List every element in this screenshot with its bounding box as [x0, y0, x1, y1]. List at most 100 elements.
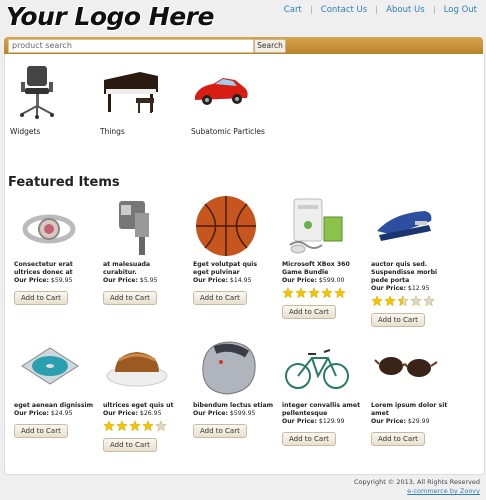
add-to-cart-button[interactable]: Add to Cart	[14, 291, 68, 305]
product-price: Our Price: $14.95	[193, 277, 275, 285]
price-label: Our Price:	[371, 285, 406, 292]
star-icon	[423, 295, 435, 307]
price-label: Our Price:	[103, 277, 138, 284]
sprayer-icon[interactable]	[105, 195, 171, 259]
star-icon	[321, 287, 333, 299]
star-icon	[142, 420, 154, 432]
office-chair-icon[interactable]	[10, 62, 70, 120]
product-name[interactable]: Microsoft XBox 360 Game Bundle	[282, 261, 364, 277]
add-to-cart-button[interactable]: Add to Cart	[193, 424, 247, 438]
product-card: Consectetur erat ultrices donec at Our P…	[14, 195, 96, 305]
product-card: eget aenean dignissim Our Price: $24.95 …	[14, 336, 96, 438]
main-content: Widgets Things Subatomic Particles Featu…	[4, 54, 485, 475]
star-icon	[103, 420, 115, 432]
price-value: $24.95	[50, 410, 73, 417]
product-card: integer convallis amet pellentesque Our …	[282, 336, 364, 446]
add-to-cart-button[interactable]: Add to Cart	[103, 438, 157, 452]
product-price: Our Price: $599.00	[282, 277, 364, 285]
product-name[interactable]: Eget volutpat quis eget pulvinar	[193, 261, 275, 277]
product-price: Our Price: $24.95	[14, 410, 96, 418]
product-name[interactable]: Lorem ipsum dolor sit amet	[371, 402, 453, 418]
cake-icon[interactable]	[105, 336, 171, 400]
category-widgets[interactable]: Widgets	[10, 62, 90, 136]
add-to-cart-button[interactable]: Add to Cart	[103, 291, 157, 305]
category-label[interactable]: Subatomic Particles	[191, 127, 271, 136]
star-icon	[116, 420, 128, 432]
product-name[interactable]: at malesuada curabitur.	[103, 261, 185, 277]
product-price: Our Price: $599.95	[193, 410, 275, 418]
mouse-icon[interactable]	[195, 336, 261, 400]
price-label: Our Price:	[193, 277, 228, 284]
add-to-cart-button[interactable]: Add to Cart	[371, 313, 425, 327]
price-value: $26.95	[139, 410, 162, 417]
product-name[interactable]: eget aenean dignissim	[14, 402, 96, 410]
price-label: Our Price:	[282, 418, 317, 425]
star-icon	[371, 295, 383, 307]
price-value: $599.00	[318, 277, 345, 284]
price-label: Our Price:	[371, 418, 406, 425]
product-card: bibendum lectus etiam Our Price: $599.95…	[193, 336, 275, 438]
category-subatomic-particles[interactable]: Subatomic Particles	[191, 62, 271, 136]
nav-cart-link[interactable]: Cart	[275, 5, 311, 15]
product-name[interactable]: ultrices eget quis ut	[103, 402, 185, 410]
piano-icon[interactable]	[100, 62, 160, 120]
product-price: Our Price: $5.95	[103, 277, 185, 285]
copyright-text: Copyright © 2013, All Rights Reserved	[353, 478, 480, 486]
add-to-cart-button[interactable]: Add to Cart	[14, 424, 68, 438]
product-name[interactable]: bibendum lectus etiam	[193, 402, 275, 410]
product-name[interactable]: integer convallis amet pellentesque	[282, 402, 364, 418]
star-rating	[371, 295, 453, 307]
price-value: $599.95	[229, 410, 256, 417]
product-price: Our Price: $129.99	[282, 418, 364, 426]
category-label[interactable]: Things	[100, 127, 180, 136]
product-name[interactable]: Consectetur erat ultrices donec at	[14, 261, 96, 277]
search-input[interactable]: product search	[8, 39, 254, 53]
price-value: $12.95	[407, 285, 430, 292]
watch-icon[interactable]	[16, 195, 82, 259]
product-card: ultrices eget quis ut Our Price: $26.95 …	[103, 336, 185, 452]
nav-logout-link[interactable]: Log Out	[435, 5, 477, 15]
product-name[interactable]: auctor quis sed. Suspendisse morbi pede …	[371, 261, 453, 285]
footer: Copyright © 2013, All Rights Reserved e-…	[354, 478, 480, 496]
category-things[interactable]: Things	[100, 62, 180, 136]
sunglasses-icon[interactable]	[373, 336, 439, 400]
add-to-cart-button[interactable]: Add to Cart	[282, 432, 336, 446]
product-card: auctor quis sed. Suspendisse morbi pede …	[371, 195, 453, 327]
star-icon	[397, 295, 409, 307]
logo[interactable]: Your Logo Here	[6, 2, 214, 31]
bicycle-icon[interactable]	[284, 336, 350, 400]
game-console-icon[interactable]	[284, 195, 350, 259]
category-label[interactable]: Widgets	[10, 127, 90, 136]
star-icon	[384, 295, 396, 307]
price-label: Our Price:	[282, 277, 317, 284]
featured-items-heading: Featured Items	[8, 175, 120, 190]
product-price: Our Price: $29.99	[371, 418, 453, 426]
star-icon	[295, 287, 307, 299]
nav-about-link[interactable]: About Us	[377, 5, 433, 15]
star-icon	[129, 420, 141, 432]
stapler-icon[interactable]	[373, 195, 439, 259]
price-value: $5.95	[139, 277, 158, 284]
search-button[interactable]: Search	[254, 39, 286, 53]
product-price: Our Price: $26.95	[103, 410, 185, 418]
zoovy-credit-link[interactable]: e-commerce by Zoovy	[354, 487, 480, 496]
star-icon	[308, 287, 320, 299]
price-label: Our Price:	[14, 277, 49, 284]
price-label: Our Price:	[193, 410, 228, 417]
cd-case-icon[interactable]	[16, 336, 82, 400]
add-to-cart-button[interactable]: Add to Cart	[282, 305, 336, 319]
nav-contact-link[interactable]: Contact Us	[312, 5, 376, 15]
add-to-cart-button[interactable]: Add to Cart	[193, 291, 247, 305]
basketball-icon[interactable]	[195, 195, 261, 259]
star-rating	[282, 287, 364, 299]
product-price: Our Price: $59.95	[14, 277, 96, 285]
star-icon	[334, 287, 346, 299]
product-card: Lorem ipsum dolor sit amet Our Price: $2…	[371, 336, 453, 446]
star-rating	[103, 420, 185, 432]
top-nav: Cart Contact Us About Us Log Out	[275, 5, 477, 15]
sports-car-icon[interactable]	[191, 62, 251, 120]
product-card: Microsoft XBox 360 Game Bundle Our Price…	[282, 195, 364, 319]
price-value: $129.99	[318, 418, 345, 425]
header: Your Logo Here Cart Contact Us About Us …	[0, 0, 486, 36]
add-to-cart-button[interactable]: Add to Cart	[371, 432, 425, 446]
